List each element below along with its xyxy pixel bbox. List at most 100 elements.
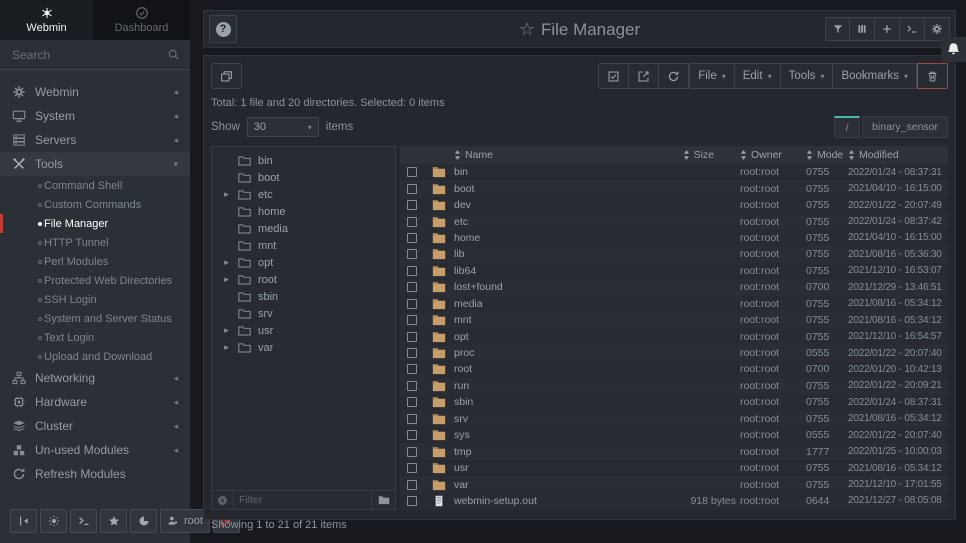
sidebar-subitem[interactable]: Protected Web Directories [0, 271, 190, 290]
tree-item[interactable]: ▸ opt [212, 254, 395, 271]
favorites-button[interactable] [100, 509, 127, 533]
file-name[interactable]: mnt [454, 314, 652, 326]
file-name[interactable]: boot [454, 183, 652, 195]
expand-arrow-icon[interactable]: ▸ [222, 189, 231, 200]
expand-arrow-icon[interactable]: ▸ [222, 257, 231, 268]
column-header[interactable]: Name [454, 149, 652, 161]
refresh-button[interactable] [659, 63, 689, 89]
file-name[interactable]: run [454, 380, 652, 392]
sidebar-category-tools[interactable]: Tools ▾ [0, 152, 190, 176]
menu-button[interactable]: Tools ▾ [781, 63, 834, 89]
tree-item[interactable]: ▸ mnt [212, 237, 395, 254]
export-button[interactable] [629, 63, 659, 89]
table-row[interactable]: webmin-setup.out 918 bytes root:root 064… [400, 493, 948, 509]
table-row[interactable]: proc root:root 0555 2022/01/22 - 20:07:4… [400, 345, 948, 361]
select-all-button[interactable] [598, 63, 629, 89]
table-row[interactable]: home root:root 0755 2021/04/10 - 16:15:0… [400, 230, 948, 246]
table-row[interactable]: lib root:root 0755 2021/08/16 - 05:36:30 [400, 246, 948, 262]
row-checkbox[interactable] [407, 200, 417, 210]
row-checkbox[interactable] [407, 266, 417, 276]
delete-button[interactable] [917, 63, 948, 89]
row-checkbox[interactable] [407, 480, 417, 490]
page-size-select[interactable]: 30 ▾ [247, 117, 319, 137]
terminal-button[interactable] [900, 17, 925, 41]
row-checkbox[interactable] [407, 184, 417, 194]
row-checkbox[interactable] [407, 249, 417, 259]
file-name[interactable]: lib64 [454, 265, 652, 277]
tree-item[interactable]: ▸ home [212, 203, 395, 220]
file-name[interactable]: media [454, 298, 652, 310]
row-checkbox[interactable] [407, 167, 417, 177]
tree-item[interactable]: ▸ var [212, 339, 395, 356]
filter-input[interactable] [233, 491, 371, 509]
expand-arrow-icon[interactable]: ▸ [222, 274, 231, 285]
row-checkbox[interactable] [407, 496, 417, 506]
table-row[interactable]: lost+found root:root 0700 2021/12/29 - 1… [400, 279, 948, 295]
theme-button[interactable] [40, 509, 67, 533]
shell-button[interactable] [70, 509, 97, 533]
menu-button[interactable]: Edit ▾ [735, 63, 781, 89]
tab-webmin[interactable]: Webmin [0, 0, 93, 40]
table-row[interactable]: tmp root:root 1777 2022/01/25 - 10:00:03 [400, 443, 948, 459]
expand-arrow-icon[interactable]: ▸ [222, 325, 231, 336]
breadcrumb-current[interactable]: binary_sensor [862, 116, 948, 138]
tree-item[interactable]: ▸ usr [212, 322, 395, 339]
row-checkbox[interactable] [407, 282, 417, 292]
sidebar-refresh-modules[interactable]: Refresh Modules [0, 462, 190, 486]
breadcrumb-root[interactable]: / [834, 116, 860, 138]
clear-filter-icon[interactable] [217, 495, 228, 506]
row-checkbox[interactable] [407, 463, 417, 473]
row-checkbox[interactable] [407, 217, 417, 227]
table-row[interactable]: srv root:root 0755 2021/08/16 - 05:34:12 [400, 411, 948, 427]
table-row[interactable]: root root:root 0700 2022/01/20 - 10:42:1… [400, 361, 948, 377]
sidebar-category[interactable]: Servers ◂ [0, 128, 190, 152]
sidebar-subitem[interactable]: Command Shell [0, 176, 190, 195]
table-row[interactable]: lib64 root:root 0755 2021/12/10 - 16:53:… [400, 263, 948, 279]
row-checkbox[interactable] [407, 348, 417, 358]
table-row[interactable]: mnt root:root 0755 2021/08/16 - 05:34:12 [400, 312, 948, 328]
file-name[interactable]: proc [454, 347, 652, 359]
file-name[interactable]: root [454, 363, 652, 375]
collapse-sidebar-button[interactable] [10, 509, 37, 533]
tree-item[interactable]: ▸ bin [212, 152, 395, 169]
sidebar-subitem[interactable]: Custom Commands [0, 195, 190, 214]
file-name[interactable]: webmin-setup.out [454, 495, 652, 507]
tree-item[interactable]: ▸ etc [212, 186, 395, 203]
file-name[interactable]: usr [454, 462, 652, 474]
language-button[interactable] [130, 509, 157, 533]
table-row[interactable]: media root:root 0755 2021/08/16 - 05:34:… [400, 296, 948, 312]
table-row[interactable]: opt root:root 0755 2021/12/10 - 16:54:57 [400, 328, 948, 344]
tree-item[interactable]: ▸ sbin [212, 288, 395, 305]
tree-item[interactable]: ▸ srv [212, 305, 395, 322]
file-name[interactable]: etc [454, 216, 652, 228]
column-header[interactable]: Owner [740, 149, 806, 161]
table-row[interactable]: dev root:root 0755 2022/01/22 - 20:07:49 [400, 197, 948, 213]
row-checkbox[interactable] [407, 414, 417, 424]
sidebar-subitem[interactable]: Perl Modules [0, 252, 190, 271]
table-row[interactable]: sbin root:root 0755 2022/01/24 - 08:37:3… [400, 394, 948, 410]
table-row[interactable]: etc root:root 0755 2022/01/24 - 08:37:42 [400, 213, 948, 229]
expand-arrow-icon[interactable]: ▸ [222, 342, 231, 353]
search-input[interactable] [12, 48, 167, 62]
file-name[interactable]: lib [454, 248, 652, 260]
file-name[interactable]: home [454, 232, 652, 244]
table-row[interactable]: usr root:root 0755 2021/08/16 - 05:34:12 [400, 460, 948, 476]
column-header[interactable]: Mode [806, 149, 848, 161]
tree-folder-button[interactable] [371, 491, 395, 509]
sidebar-category[interactable]: System ◂ [0, 104, 190, 128]
file-name[interactable]: var [454, 479, 652, 491]
file-name[interactable]: dev [454, 199, 652, 211]
file-name[interactable]: opt [454, 331, 652, 343]
table-row[interactable]: boot root:root 0755 2021/04/10 - 16:15:0… [400, 180, 948, 196]
row-checkbox[interactable] [407, 233, 417, 243]
table-row[interactable]: bin root:root 0755 2022/01/24 - 08:37:31 [400, 164, 948, 180]
sidebar-category[interactable]: Hardware ◂ [0, 390, 190, 414]
sidebar-category[interactable]: Cluster ◂ [0, 414, 190, 438]
sidebar-subitem[interactable]: File Manager [0, 214, 190, 233]
menu-button[interactable]: Bookmarks ▾ [833, 63, 917, 89]
row-checkbox[interactable] [407, 447, 417, 457]
columns-button[interactable] [850, 17, 875, 41]
menu-button[interactable]: File ▾ [689, 63, 735, 89]
table-row[interactable]: run root:root 0755 2022/01/22 - 20:09:21 [400, 378, 948, 394]
table-row[interactable]: var root:root 0755 2021/12/10 - 17:01:55 [400, 476, 948, 492]
